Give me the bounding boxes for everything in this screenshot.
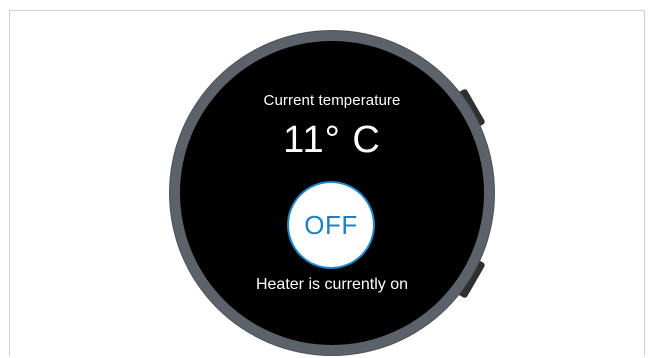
watch-face: Current temperature 11° C OFF Heater is … bbox=[180, 41, 484, 345]
heater-status-text: Heater is currently on bbox=[255, 276, 409, 293]
temperature-value: 11° C bbox=[283, 119, 381, 161]
heater-toggle-button[interactable]: OFF bbox=[287, 181, 375, 269]
current-temperature-label: Current temperature bbox=[263, 92, 401, 109]
smartwatch: Current temperature 11° C OFF Heater is … bbox=[170, 31, 494, 355]
heater-toggle-label: OFF bbox=[304, 209, 358, 240]
